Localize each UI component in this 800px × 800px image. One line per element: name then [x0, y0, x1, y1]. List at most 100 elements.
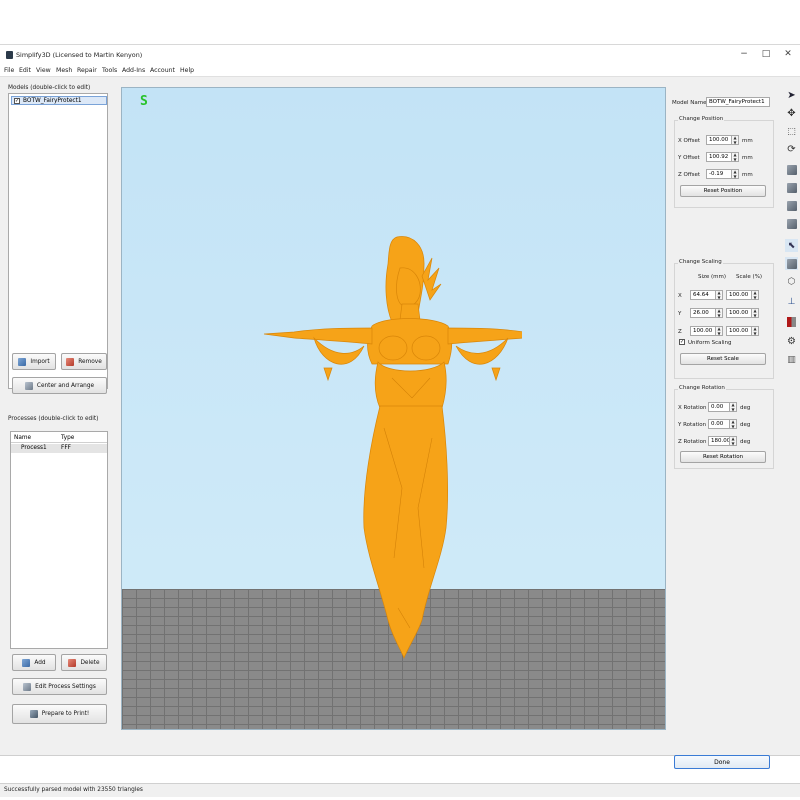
processes-panel-label: Processes (double-click to edit)	[8, 416, 99, 422]
y-offset-spinner[interactable]: ▲ ▼	[732, 152, 739, 162]
center-arrange-button[interactable]: Center and Arrange	[12, 377, 107, 394]
size-z-spinner[interactable]: ▲ ▼	[716, 326, 723, 336]
prepare-to-print-label: Prepare to Print!	[41, 711, 90, 717]
column-name-header[interactable]: Name	[14, 435, 31, 441]
solid-view-icon[interactable]	[785, 257, 798, 270]
scale-x-spinner[interactable]: ▲ ▼	[752, 290, 759, 300]
reset-position-button[interactable]: Reset Position	[680, 185, 766, 197]
menu-help[interactable]: Help	[180, 67, 194, 74]
remove-icon	[66, 357, 75, 366]
model-list-item-name: BOTW_FairyProtect1	[23, 98, 82, 104]
x-rotation-spinner[interactable]: ▲ ▼	[730, 402, 737, 412]
center-arrange-label: Center and Arrange	[36, 382, 95, 389]
scale-y-input[interactable]: 100.00	[726, 308, 752, 318]
uniform-scaling-checkbox[interactable]: ✓	[679, 339, 685, 345]
menu-account[interactable]: Account	[150, 67, 175, 74]
wireframe-view-icon[interactable]: ⬡	[785, 275, 798, 288]
edit-process-settings-button[interactable]: Edit Process Settings	[12, 678, 107, 695]
size-y-spinner[interactable]: ▲ ▼	[716, 308, 723, 318]
reset-rotation-button[interactable]: Reset Rotation	[680, 451, 766, 463]
process-name: Process1	[21, 445, 47, 451]
z-offset-spinner[interactable]: ▲ ▼	[732, 169, 739, 179]
z-rotation-label: Z Rotation	[678, 439, 707, 445]
x-rotation-input[interactable]: 0.00	[708, 402, 730, 412]
settings-gear-icon[interactable]: ⚙	[785, 335, 798, 348]
close-button[interactable]: ✕	[780, 49, 796, 59]
move-icon[interactable]: ✥	[785, 107, 798, 120]
menu-repair[interactable]: Repair	[77, 67, 97, 74]
menu-mesh[interactable]: Mesh	[56, 67, 72, 74]
scale-icon[interactable]: ⬚	[785, 125, 798, 138]
models-list[interactable]: ✓ BOTW_FairyProtect1	[8, 93, 108, 389]
delete-process-label: Delete	[80, 659, 100, 666]
view-top-icon[interactable]	[785, 217, 798, 230]
scale-x-input[interactable]: 100.00	[726, 290, 752, 300]
model-visible-checkbox[interactable]: ✓	[14, 98, 20, 104]
x-offset-spinner[interactable]: ▲ ▼	[732, 135, 739, 145]
menu-add-ins[interactable]: Add-Ins	[122, 67, 145, 74]
window-title: Simplify3D (Licensed to Martin Kenyon)	[16, 51, 143, 59]
y-rotation-spinner[interactable]: ▲ ▼	[730, 419, 737, 429]
z-offset-unit: mm	[742, 172, 753, 178]
menu-file[interactable]: File	[4, 67, 14, 74]
model-name-field[interactable]: BOTW_FairyProtect1	[706, 97, 770, 107]
place-on-bed-icon[interactable]: ⊥	[785, 295, 798, 308]
add-process-button[interactable]: Add	[12, 654, 56, 671]
reset-scale-button[interactable]: Reset Scale	[680, 353, 766, 365]
add-process-icon	[22, 658, 31, 667]
y-offset-input[interactable]: 100.92	[706, 152, 732, 162]
delete-process-button[interactable]: Delete	[61, 654, 107, 671]
remove-button[interactable]: Remove	[61, 353, 107, 370]
x-offset-label: X Offset	[678, 138, 701, 144]
processes-list-header: Name Type	[11, 432, 107, 443]
process-row[interactable]: Process1 FFF	[11, 444, 107, 453]
processes-list[interactable]: Name Type Process1 FFF	[10, 431, 108, 649]
menu-tools[interactable]: Tools	[102, 67, 117, 74]
process-type: FFF	[61, 445, 72, 451]
scale-y-spinner[interactable]: ▲ ▼	[752, 308, 759, 318]
done-button-label: Done	[714, 758, 730, 766]
model-settings-panel: Model Name: BOTW_FairyProtect1 Change Po…	[670, 87, 780, 769]
prepare-to-print-button[interactable]: Prepare to Print!	[12, 704, 107, 724]
remove-button-label: Remove	[78, 358, 102, 365]
y-rotation-input[interactable]: 0.00	[708, 419, 730, 429]
size-z-input[interactable]: 100.00	[690, 326, 716, 336]
scale-z-spinner[interactable]: ▲ ▼	[752, 326, 759, 336]
select-arrow-icon[interactable]: ➤	[785, 89, 798, 102]
size-x-input[interactable]: 64.64	[690, 290, 716, 300]
cross-section-icon[interactable]	[785, 315, 798, 328]
scale-x-axis-label: X	[678, 293, 682, 299]
minimize-button[interactable]: −	[736, 49, 752, 59]
size-x-spinner[interactable]: ▲ ▼	[716, 290, 723, 300]
import-button[interactable]: Import	[12, 353, 56, 370]
size-y-input[interactable]: 26.00	[690, 308, 716, 318]
column-type-header[interactable]: Type	[61, 435, 74, 441]
x-offset-input[interactable]: 100.00	[706, 135, 732, 145]
delete-process-icon	[68, 658, 77, 667]
rotate-icon[interactable]: ⟳	[785, 143, 798, 156]
view-default-icon[interactable]	[785, 163, 798, 176]
preview-icon[interactable]: ▥	[785, 353, 798, 366]
size-mm-header: Size (mm)	[698, 274, 727, 280]
status-bar: Successfully parsed model with 23550 tri…	[0, 783, 800, 797]
menu-edit[interactable]: Edit	[19, 67, 31, 74]
z-rotation-input[interactable]: 180.00	[708, 436, 730, 446]
3d-viewport[interactable]: S	[121, 87, 666, 730]
done-button[interactable]: Done	[674, 755, 770, 769]
maximize-button[interactable]: □	[758, 49, 774, 59]
z-offset-input[interactable]: -0.19	[706, 169, 732, 179]
fairy-model[interactable]	[262, 228, 522, 688]
cursor-select-icon[interactable]: ⬉	[785, 239, 798, 252]
view-side-icon[interactable]	[785, 199, 798, 212]
y-rotation-label: Y Rotation	[678, 422, 707, 428]
menu-view[interactable]: View	[36, 67, 51, 74]
app-logo-icon	[6, 51, 13, 59]
menu-bar: File Edit View Mesh Repair Tools Add-Ins…	[0, 65, 800, 77]
z-offset-label: Z Offset	[678, 172, 701, 178]
import-button-label: Import	[30, 358, 50, 365]
view-front-icon[interactable]	[785, 181, 798, 194]
scale-z-input[interactable]: 100.00	[726, 326, 752, 336]
model-list-item[interactable]: ✓ BOTW_FairyProtect1	[11, 96, 107, 105]
change-position-title: Change Position	[678, 116, 725, 122]
z-rotation-spinner[interactable]: ▲ ▼	[730, 436, 737, 446]
